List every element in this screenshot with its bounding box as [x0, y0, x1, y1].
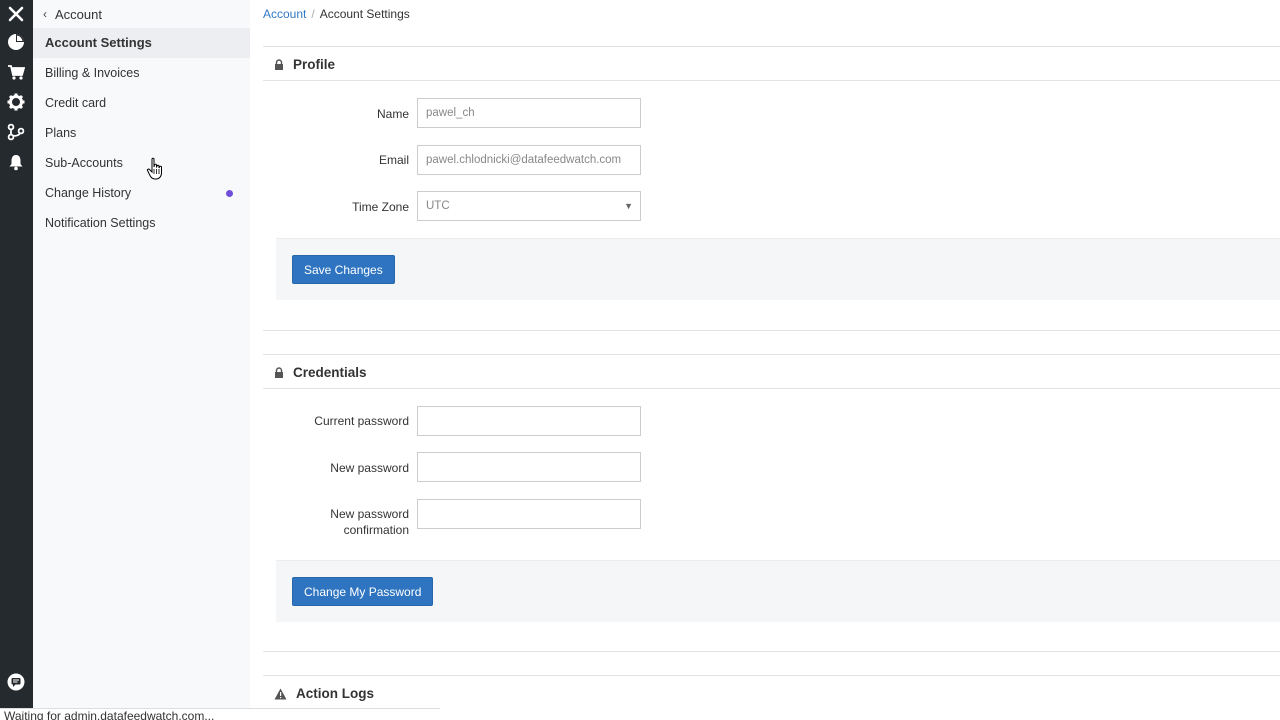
icon-rail [0, 0, 33, 720]
action-logs-section-title: Action Logs [274, 686, 374, 701]
sidebar-item-change-history[interactable]: Change History [33, 178, 250, 208]
account-sidebar: ‹ Account Account Settings Billing & Inv… [33, 0, 250, 720]
cart-icon[interactable] [6, 62, 26, 82]
hand-cursor-icon [146, 157, 164, 181]
divider [263, 46, 1280, 47]
divider [263, 651, 1280, 652]
password-confirmation-label: New password confirmation [269, 506, 409, 538]
confirm-label-line1: New password [330, 507, 409, 521]
current-password-label: Current password [314, 414, 409, 428]
dropdown-arrow-icon: ▼ [624, 201, 633, 211]
lock-icon [274, 59, 284, 70]
credentials-section-title: Credentials [274, 365, 367, 380]
timezone-value: UTC [426, 200, 450, 212]
credentials-title: Credentials [293, 365, 367, 380]
divider [263, 675, 1280, 676]
notification-dot [226, 190, 233, 197]
sidebar-item-plans[interactable]: Plans [33, 118, 250, 148]
save-changes-button[interactable]: Save Changes [292, 255, 395, 284]
email-field[interactable]: pawel.chlodnicki@datafeedwatch.com [417, 145, 641, 175]
divider [263, 80, 1280, 81]
breadcrumb-separator: / [311, 7, 315, 21]
breadcrumb: Account / Account Settings [263, 7, 410, 21]
sidebar-item-billing-invoices[interactable]: Billing & Invoices [33, 58, 250, 88]
sidebar-item-sub-accounts[interactable]: Sub-Accounts [33, 148, 250, 178]
action-logs-title: Action Logs [296, 686, 374, 701]
sidebar-item-account-settings[interactable]: Account Settings [33, 28, 250, 58]
email-label: Email [378, 153, 409, 167]
current-password-field[interactable] [417, 406, 641, 436]
breadcrumb-current: Account Settings [319, 7, 410, 21]
pie-chart-icon[interactable] [6, 32, 26, 52]
timezone-select[interactable]: UTC ▼ [417, 191, 641, 221]
back-label: Account [55, 6, 102, 22]
lock-icon [274, 367, 284, 378]
timezone-label: Time Zone [352, 200, 409, 214]
browser-status-bar: Waiting for admin.datafeedwatch.com... [0, 708, 440, 720]
name-label: Name [376, 107, 409, 121]
name-field[interactable]: pawel_ch [417, 98, 641, 128]
sidebar-item-label: Change History [45, 186, 132, 200]
divider [263, 388, 1280, 389]
confirm-label-line2: confirmation [343, 523, 409, 537]
back-link[interactable]: ‹ Account [43, 5, 102, 23]
credentials-action-bar: Change My Password [276, 560, 1280, 622]
profile-section-title: Profile [274, 57, 335, 72]
divider [263, 354, 1280, 355]
flow-icon[interactable] [6, 122, 26, 142]
chat-icon[interactable] [6, 672, 26, 692]
change-password-button[interactable]: Change My Password [292, 577, 434, 606]
profile-title: Profile [293, 57, 336, 72]
breadcrumb-account-link[interactable]: Account [263, 7, 306, 21]
gear-icon[interactable] [6, 92, 26, 112]
warning-icon [274, 688, 287, 700]
sidebar-item-notification-settings[interactable]: Notification Settings [33, 208, 250, 238]
chevron-left-icon: ‹ [43, 7, 47, 21]
bell-icon[interactable] [6, 152, 26, 172]
close-icon[interactable] [6, 4, 26, 24]
sidebar-item-credit-card[interactable]: Credit card [33, 88, 250, 118]
main-content: Account / Account Settings Profile Name pa… [250, 0, 1280, 720]
divider [263, 330, 1280, 331]
profile-action-bar: Save Changes [276, 238, 1280, 300]
new-password-field[interactable] [417, 452, 641, 482]
password-confirmation-field[interactable] [417, 499, 641, 529]
new-password-label: New password [330, 461, 409, 475]
